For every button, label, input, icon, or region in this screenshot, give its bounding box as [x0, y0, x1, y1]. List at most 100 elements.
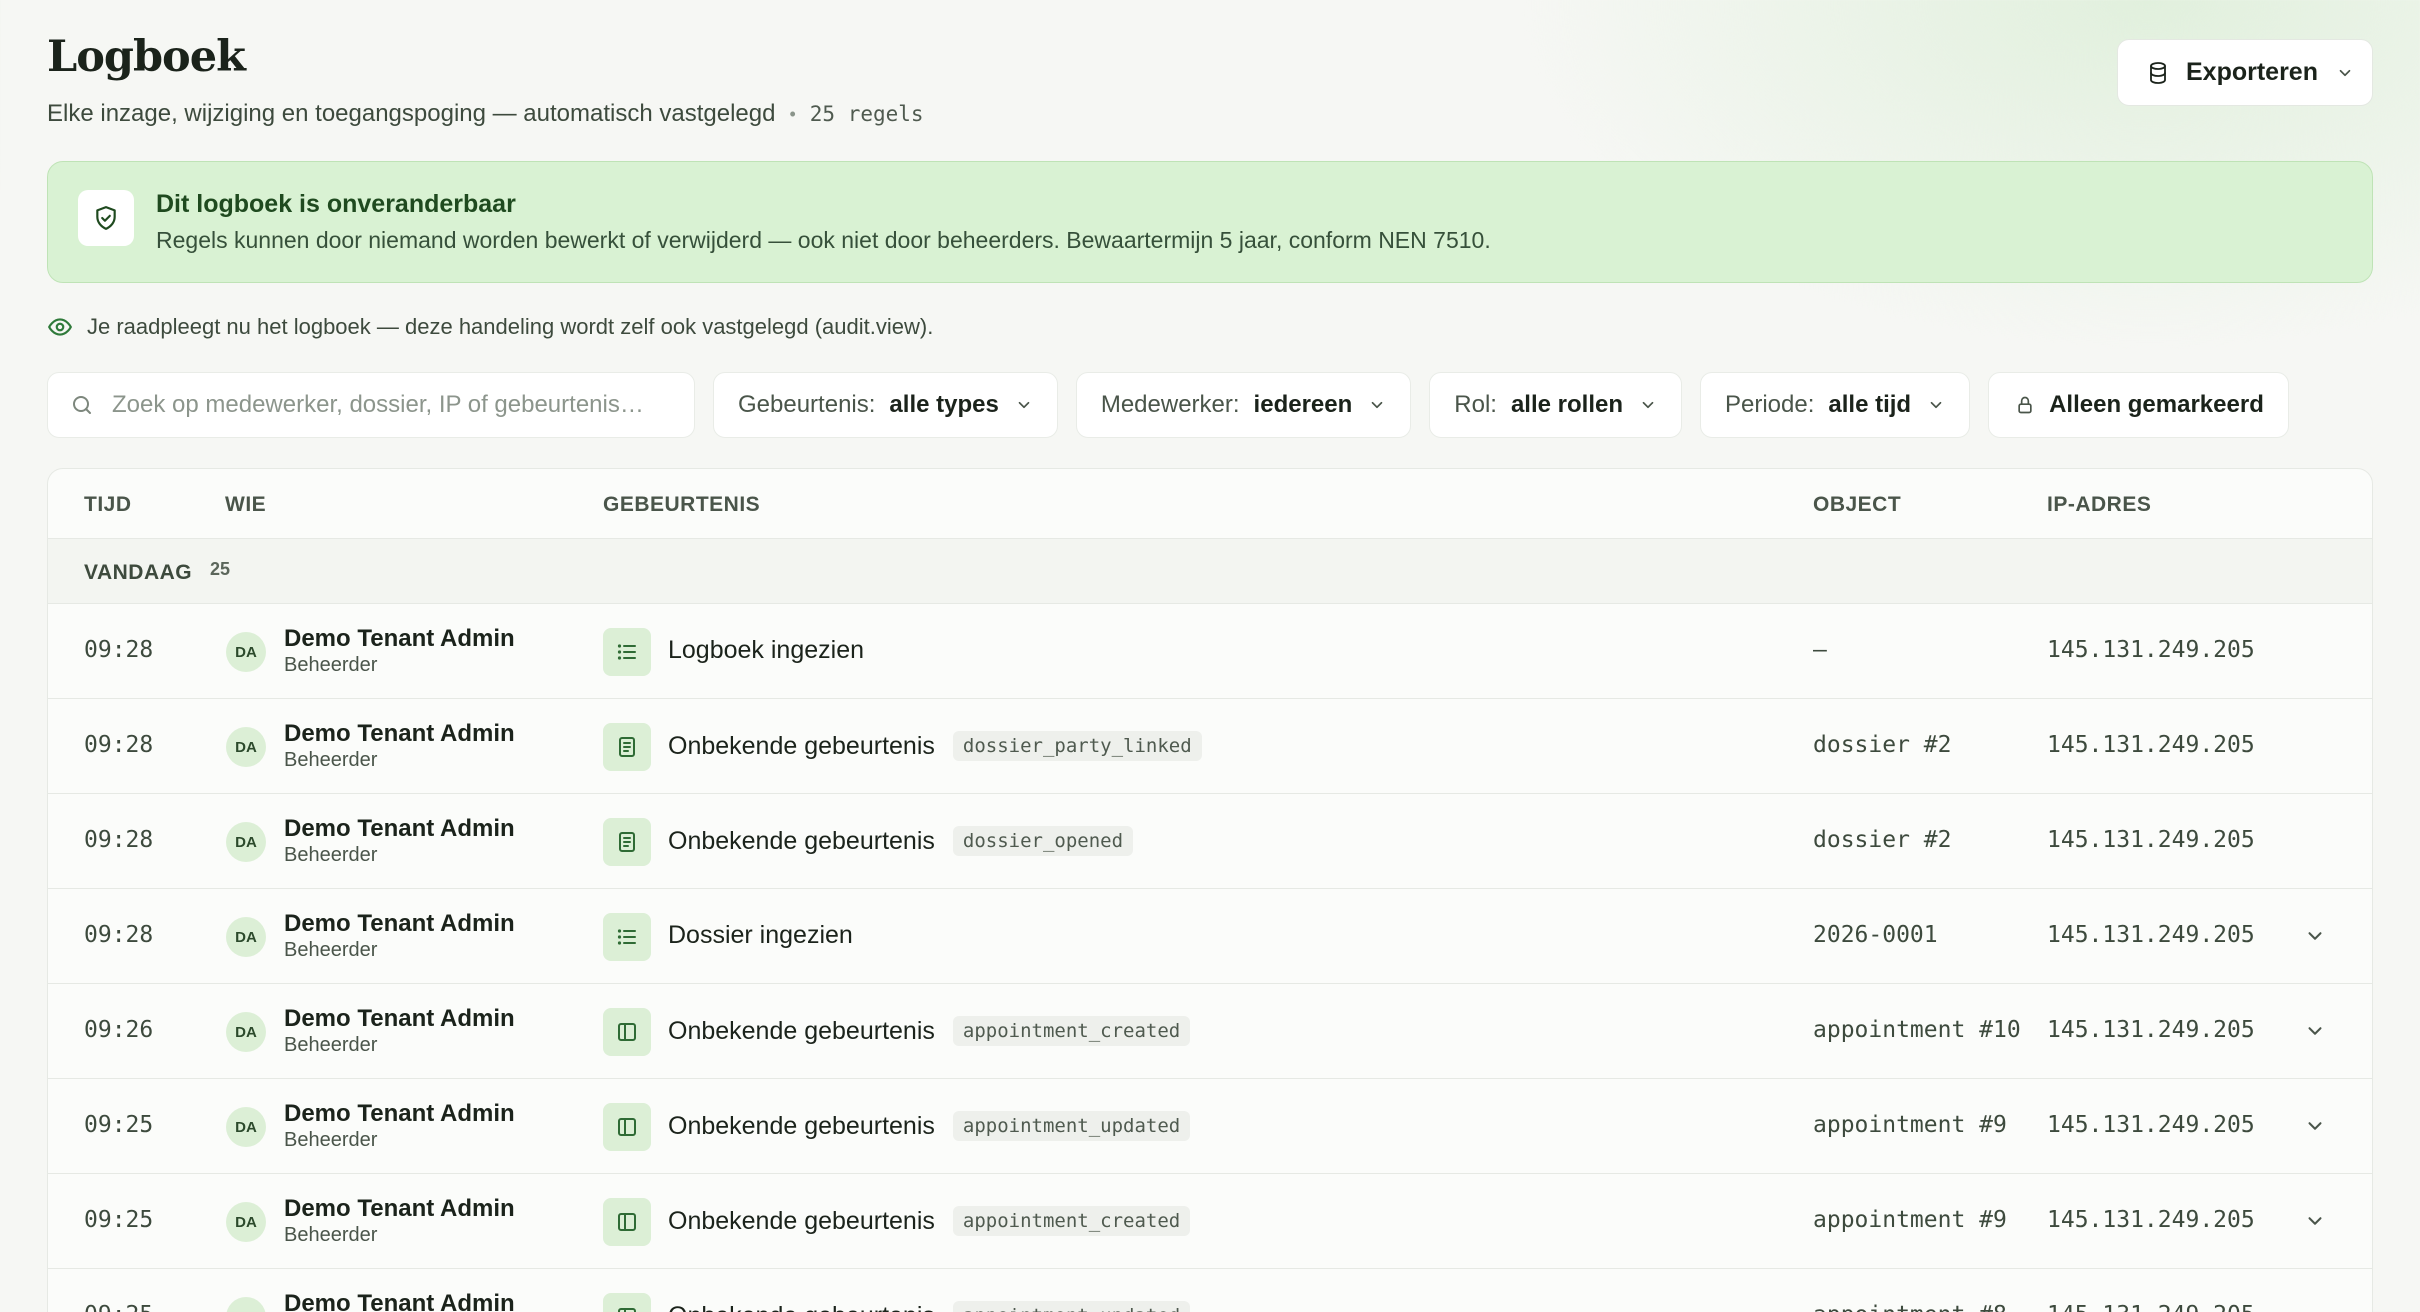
avatar: DA [226, 1107, 266, 1147]
user-name: Demo Tenant Admin [284, 910, 515, 937]
list-icon [603, 913, 651, 961]
row-object: dossier #2 [1813, 732, 1952, 758]
table-row[interactable]: 09:25DADemo Tenant AdminBeheerderOnbeken… [48, 1174, 2372, 1269]
table-row[interactable]: 09:26 DA Demo Tenant Admin Beheerder Onbeken… [48, 984, 2372, 1079]
event-cell: Onbekende gebeurtenis dossier_party_linke… [668, 731, 1202, 761]
avatar: DA [226, 1012, 266, 1052]
row-time: 09:28 [84, 922, 154, 948]
row-time: 09:26 [84, 1017, 154, 1043]
period-filter-value: alle tijd [1828, 391, 1912, 418]
panel-icon [603, 1103, 651, 1151]
avatar: DA [226, 1202, 266, 1242]
group-label: VANDAAG [84, 561, 193, 584]
event-filter-value: alle types [889, 391, 999, 418]
search-box[interactable] [47, 372, 695, 438]
export-button[interactable]: Exporteren [2117, 39, 2373, 106]
row-time: 09:28 [84, 827, 154, 853]
avatar: DA [226, 1297, 266, 1312]
event-label: Onbekende gebeurtenis [668, 731, 935, 760]
row-object: appointment #9 [1813, 1112, 2007, 1138]
user-name: Demo Tenant Admin [284, 720, 515, 747]
group-header-today: VANDAAG 25 [48, 539, 2372, 604]
audit-log-table: TIJD WIE GEBEURTENIS OBJECT IP-ADRES VAN… [47, 468, 2373, 1312]
event-cell: Onbekende gebeurtenis appointment_created [668, 1206, 1191, 1236]
banner-title: Dit logboek is onveranderbaar [156, 190, 516, 218]
eye-icon [48, 318, 72, 336]
event-filter[interactable]: Gebeurtenis: alle types [713, 372, 1058, 438]
employee-filter-label: Medewerker: [1100, 391, 1240, 418]
marked-only-toggle[interactable]: Alleen gemarkeerd [1988, 372, 2289, 438]
avatar: DA [226, 917, 266, 957]
event-code-badge: dossier_party_linked [952, 731, 1202, 761]
search-icon [73, 396, 91, 414]
event-cell: Logboek ingezien [668, 636, 864, 665]
expand-chevron-icon[interactable] [2304, 1210, 2326, 1232]
column-header-who[interactable]: WIE [225, 493, 266, 517]
event-cell: Onbekende gebeurtenis appointment_updated [668, 1301, 1191, 1312]
row-time: 09:25 [84, 1207, 154, 1233]
viewing-notice-text: Je raadpleegt nu het logboek — deze hand… [87, 314, 934, 339]
row-ip-address: 145.131.249.205 [2047, 1207, 2255, 1233]
expand-chevron-icon[interactable] [2304, 1115, 2326, 1137]
period-filter[interactable]: Periode: alle tijd [1700, 372, 1971, 438]
column-header-ip[interactable]: IP-ADRES [2047, 493, 2151, 517]
column-header-object[interactable]: OBJECT [1813, 493, 1901, 517]
event-code-badge: appointment_updated [952, 1301, 1191, 1312]
row-time: 09:28 [84, 732, 154, 758]
event-label: Dossier ingezien [668, 921, 853, 949]
subtitle-text: Elke inzage, wijziging en toegangspoging… [47, 100, 776, 127]
document-icon [603, 818, 651, 866]
user-role: Beheerder [284, 1129, 378, 1151]
search-input[interactable] [112, 391, 652, 419]
column-header-event[interactable]: GEBEURTENIS [603, 493, 760, 517]
user-name: Demo Tenant Admin [284, 1005, 515, 1032]
table-row[interactable]: 09:25DADemo Tenant AdminBeheerderOnbeken… [48, 1269, 2372, 1312]
chevron-down-icon [1018, 401, 1030, 409]
event-code-badge: appointment_updated [952, 1111, 1191, 1141]
event-label: Onbekende gebeurtenis [668, 1206, 935, 1235]
user-role: Beheerder [284, 749, 378, 771]
row-time: 09:25 [84, 1112, 154, 1138]
document-icon [603, 723, 651, 771]
employee-filter[interactable]: Medewerker: iedereen [1075, 372, 1412, 438]
event-cell: Onbekende gebeurtenis dossier_opened [668, 826, 1134, 856]
table-row[interactable]: 09:28 DA Demo Tenant Admin Beheerder Onbeken… [48, 794, 2372, 889]
user-role: Beheerder [284, 844, 378, 866]
event-code-badge: appointment_created [952, 1016, 1191, 1046]
role-filter[interactable]: Rol: alle rollen [1429, 372, 1682, 438]
table-row[interactable]: 09:28 DA Demo Tenant Admin Beheerder Logboek… [48, 604, 2372, 699]
user-name: Demo Tenant Admin [284, 625, 515, 652]
user-name: Demo Tenant Admin [284, 1195, 515, 1222]
row-object: 2026-0001 [1813, 922, 1938, 948]
user-role: Beheerder [284, 1034, 378, 1056]
chevron-down-icon [1371, 401, 1383, 409]
expand-chevron-icon[interactable] [2304, 925, 2326, 947]
viewing-notice: Je raadpleegt nu het logboek — deze hand… [47, 314, 933, 340]
event-label: Logboek ingezien [668, 636, 864, 664]
row-ip-address: 145.131.249.205 [2047, 1112, 2255, 1138]
avatar: DA [226, 632, 266, 672]
row-object: — [1813, 637, 1827, 663]
database-icon [2150, 61, 2166, 84]
table-row[interactable]: 09:28 DA Demo Tenant Admin Beheerder Dossier… [48, 889, 2372, 984]
immutable-banner: Dit logboek is onveranderbaar Regels kun… [47, 161, 2373, 283]
chevron-down-icon [1930, 401, 1942, 409]
expand-chevron-icon[interactable] [2304, 1020, 2326, 1042]
panel-icon [603, 1008, 651, 1056]
chevron-down-icon [2339, 69, 2351, 76]
avatar: DA [226, 727, 266, 767]
page-title: Logboek [47, 32, 246, 82]
user-name: Demo Tenant Admin [284, 1100, 515, 1127]
chevron-down-icon [1642, 401, 1654, 409]
table-row[interactable]: 09:25DADemo Tenant AdminBeheerderOnbeken… [48, 1079, 2372, 1174]
row-time: 09:28 [84, 637, 154, 663]
subtitle-separator: • [789, 103, 796, 124]
column-header-time[interactable]: TIJD [84, 493, 132, 517]
event-filter-label: Gebeurtenis: [738, 391, 876, 418]
table-row[interactable]: 09:28 DA Demo Tenant Admin Beheerder Onbeken… [48, 699, 2372, 794]
employee-filter-value: iedereen [1253, 391, 1353, 418]
filter-bar: Gebeurtenis: alle types Medewerker: iede… [47, 372, 2289, 438]
expand-chevron-icon[interactable] [2304, 1305, 2326, 1312]
row-time: 09:25 [84, 1302, 153, 1312]
shield-check-icon [78, 190, 134, 246]
